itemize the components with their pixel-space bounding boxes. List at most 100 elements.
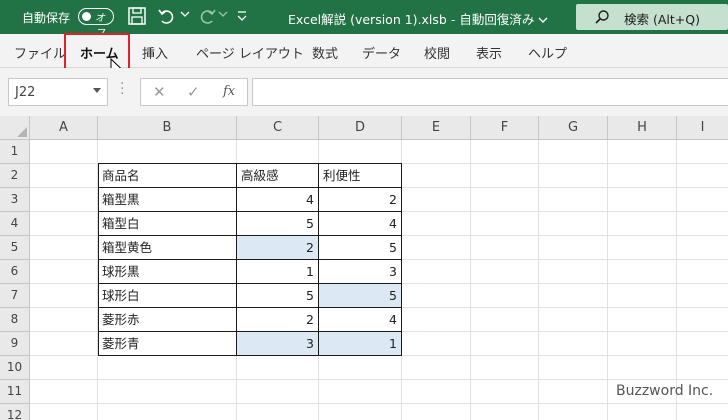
cell-d1[interactable] [319, 140, 402, 164]
cell-g11[interactable] [539, 380, 608, 404]
cell-b11[interactable] [98, 380, 237, 404]
row-header-4[interactable]: 4 [0, 212, 30, 236]
cell-c6[interactable]: 1 [237, 260, 319, 284]
cell-h4[interactable] [608, 212, 677, 236]
row-header-6[interactable]: 6 [0, 260, 30, 284]
formula-bar-resize-handle[interactable]: · · · [120, 77, 124, 101]
cell-i2[interactable] [677, 164, 728, 188]
cell-f9[interactable] [471, 332, 539, 356]
row-header-10[interactable]: 10 [0, 356, 30, 380]
insert-function-icon[interactable]: fx [223, 84, 235, 99]
cell-b5[interactable]: 箱型黄色 [98, 236, 237, 260]
cell-i12[interactable] [677, 404, 728, 420]
cell-d6[interactable]: 3 [319, 260, 402, 284]
row-header-5[interactable]: 5 [0, 236, 30, 260]
cell-b7[interactable]: 球形白 [98, 284, 237, 308]
column-header-c[interactable]: C [237, 116, 319, 140]
cell-e3[interactable] [402, 188, 471, 212]
cell-e9[interactable] [402, 332, 471, 356]
cell-e5[interactable] [402, 236, 471, 260]
cell-a5[interactable] [30, 236, 98, 260]
column-header-e[interactable]: E [402, 116, 471, 140]
cell-e7[interactable] [402, 284, 471, 308]
search-box[interactable]: 検索 (Alt+Q) [576, 4, 728, 30]
column-header-d[interactable]: D [319, 116, 402, 140]
cell-h1[interactable] [608, 140, 677, 164]
cell-g12[interactable] [539, 404, 608, 420]
cell-f2[interactable] [471, 164, 539, 188]
cell-h7[interactable] [608, 284, 677, 308]
tab-page-layout[interactable]: ページ レイアウト [196, 43, 304, 62]
redo-dropdown-icon[interactable] [218, 9, 228, 19]
window-title[interactable]: Excel解説 (version 1).xlsb - 自動回復済み [288, 9, 548, 28]
row-header-2[interactable]: 2 [0, 164, 30, 188]
cell-a11[interactable] [30, 380, 98, 404]
cell-i4[interactable] [677, 212, 728, 236]
cell-b4[interactable]: 箱型白 [98, 212, 237, 236]
cell-h6[interactable] [608, 260, 677, 284]
column-header-f[interactable]: F [471, 116, 539, 140]
formula-input[interactable] [252, 78, 728, 106]
cell-e8[interactable] [402, 308, 471, 332]
cell-a4[interactable] [30, 212, 98, 236]
redo-icon[interactable] [196, 5, 218, 27]
cell-h5[interactable] [608, 236, 677, 260]
cell-h3[interactable] [608, 188, 677, 212]
cell-e1[interactable] [402, 140, 471, 164]
cell-f4[interactable] [471, 212, 539, 236]
cell-i7[interactable] [677, 284, 728, 308]
cell-g5[interactable] [539, 236, 608, 260]
cell-d4[interactable]: 4 [319, 212, 402, 236]
cell-c7[interactable]: 5 [237, 284, 319, 308]
cell-b10[interactable] [98, 356, 237, 380]
cell-e2[interactable] [402, 164, 471, 188]
cell-a9[interactable] [30, 332, 98, 356]
cell-h2[interactable] [608, 164, 677, 188]
cell-h10[interactable] [608, 356, 677, 380]
customize-toolbar-icon[interactable] [236, 9, 248, 23]
tab-formulas[interactable]: 数式 [312, 43, 338, 62]
cell-c1[interactable] [237, 140, 319, 164]
cell-g2[interactable] [539, 164, 608, 188]
cell-a7[interactable] [30, 284, 98, 308]
row-header-8[interactable]: 8 [0, 308, 30, 332]
tab-file[interactable]: ファイル [14, 43, 66, 62]
cell-d8[interactable]: 4 [319, 308, 402, 332]
cell-d5[interactable]: 5 [319, 236, 402, 260]
cell-a6[interactable] [30, 260, 98, 284]
undo-dropdown-icon[interactable] [180, 9, 190, 19]
cell-g10[interactable] [539, 356, 608, 380]
cell-h9[interactable] [608, 332, 677, 356]
cell-f12[interactable] [471, 404, 539, 420]
tab-view[interactable]: 表示 [476, 43, 502, 62]
row-header-11[interactable]: 11 [0, 380, 30, 404]
cell-h8[interactable] [608, 308, 677, 332]
cell-d7[interactable]: 5 [319, 284, 402, 308]
cell-d9[interactable]: 1 [319, 332, 402, 356]
cell-c12[interactable] [237, 404, 319, 420]
tab-insert[interactable]: 挿入 [142, 43, 168, 62]
cell-d12[interactable] [319, 404, 402, 420]
cell-i8[interactable] [677, 308, 728, 332]
column-header-g[interactable]: G [539, 116, 608, 140]
cell-c5[interactable]: 2 [237, 236, 319, 260]
cell-i1[interactable] [677, 140, 728, 164]
cell-i10[interactable] [677, 356, 728, 380]
cell-b3[interactable]: 箱型黒 [98, 188, 237, 212]
tab-data[interactable]: データ [362, 43, 401, 62]
cell-b8[interactable]: 菱形赤 [98, 308, 237, 332]
select-all-corner[interactable] [0, 116, 30, 140]
cell-d11[interactable] [319, 380, 402, 404]
cell-i6[interactable] [677, 260, 728, 284]
cell-c3[interactable]: 4 [237, 188, 319, 212]
row-header-12[interactable]: 12 [0, 404, 30, 420]
cell-f11[interactable] [471, 380, 539, 404]
cell-f3[interactable] [471, 188, 539, 212]
tab-review[interactable]: 校閲 [424, 43, 450, 62]
cell-a1[interactable] [30, 140, 98, 164]
cell-g4[interactable] [539, 212, 608, 236]
cell-a2[interactable] [30, 164, 98, 188]
cell-e12[interactable] [402, 404, 471, 420]
cell-i3[interactable] [677, 188, 728, 212]
cell-f10[interactable] [471, 356, 539, 380]
